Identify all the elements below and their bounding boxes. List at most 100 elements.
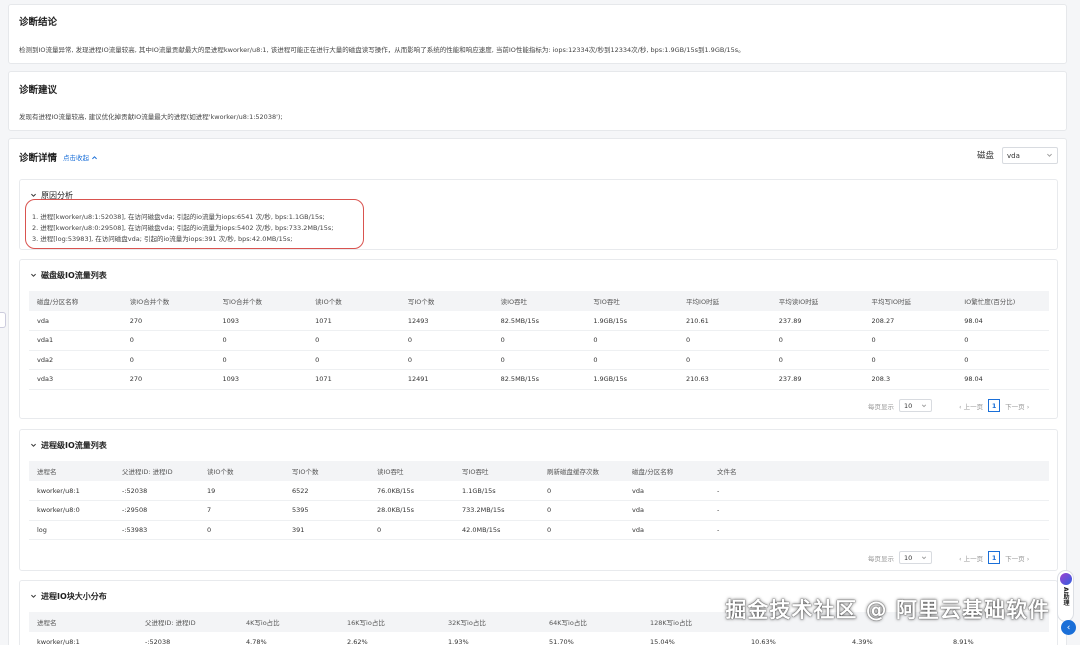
table-cell: 237.89	[770, 369, 864, 390]
table-cell: 0	[770, 330, 864, 351]
chevron-left-icon[interactable]: ‹	[1061, 620, 1076, 635]
prev-page-label: 上一页	[963, 402, 984, 411]
table-cell: vda	[29, 311, 122, 331]
table-cell: -	[709, 481, 1049, 501]
column-header: 读IO吞吐	[369, 461, 454, 481]
table-cell: 12491	[399, 369, 493, 390]
table-cell: 8.91%	[945, 632, 1049, 645]
table-cell: 208.27	[863, 311, 957, 331]
table-cell: vda	[624, 520, 709, 540]
chevron-down-icon	[31, 193, 36, 197]
table-row: kworker/u8:1 -:52038 4.78% 2.62% 1.93% 51.70%…	[29, 632, 1049, 645]
table-cell: 391	[284, 520, 369, 540]
table-cell: 733.2MB/15s	[454, 500, 539, 521]
table-cell: 0	[863, 350, 957, 370]
next-page-button[interactable]: 下一页 ›	[1005, 553, 1029, 563]
process-table-title: 进程级IO流量列表	[41, 441, 107, 450]
table-cell: 0	[585, 330, 679, 351]
process-table-header[interactable]: 进程级IO流量列表	[30, 440, 107, 451]
per-page-select[interactable]: 10	[899, 551, 932, 564]
table-cell: 2.62%	[339, 632, 440, 645]
prev-page-button[interactable]: ‹ 上一页	[959, 401, 983, 411]
table-cell: 0	[199, 520, 284, 540]
table-cell: 4.39%	[844, 632, 945, 645]
table-cell: 0	[492, 350, 586, 370]
ai-assistant-button[interactable]: AI助理	[1057, 570, 1074, 622]
table-cell: vda2	[29, 350, 122, 370]
column-header: 写IO个数	[399, 291, 493, 311]
ai-assistant-label: AI助理	[1062, 587, 1069, 606]
table-row: vda2 0 0 0 0 0 0 0 0 0 0	[29, 350, 1049, 370]
per-page-select[interactable]: 10	[899, 399, 932, 412]
table-cell: 42.0MB/15s	[454, 520, 539, 540]
table-cell: 1071	[307, 311, 400, 331]
page-number-button[interactable]: 1	[988, 551, 1001, 564]
column-header: 进程名	[29, 612, 137, 632]
disk-label: 磁盘	[977, 151, 995, 161]
table-cell: kworker/u8:1	[29, 481, 114, 501]
ai-assistant-icon	[1059, 573, 1072, 585]
table-cell: 10.63%	[743, 632, 844, 645]
table-cell: 0	[956, 330, 1049, 351]
disk-table-header[interactable]: 磁盘级IO流量列表	[30, 270, 107, 281]
highlight-box	[25, 199, 364, 249]
column-header: 父进程ID: 进程ID	[114, 461, 199, 481]
table-row: kworker/u8:0 -:29508 7 5395 28.0KB/15s 733.2M…	[29, 500, 1049, 521]
side-collapse-handle[interactable]	[0, 312, 6, 328]
table-cell: 82.5MB/15s	[492, 369, 586, 390]
table-cell: 0	[539, 500, 624, 521]
column-header: 平均读IO时延	[770, 291, 864, 311]
size-table-header[interactable]: 进程IO块大小分布	[30, 591, 107, 602]
table-cell: 270	[121, 369, 215, 390]
column-header: 16K写io占比	[339, 612, 440, 632]
column-header: 进程名	[29, 461, 114, 481]
size-table-title: 进程IO块大小分布	[41, 592, 107, 601]
collapse-link[interactable]: 点击收起	[63, 152, 98, 162]
table-cell: 210.61	[678, 311, 771, 331]
table-cell: 76.0KB/15s	[369, 481, 454, 501]
table-cell: 0	[214, 350, 308, 370]
prev-page-label: 上一页	[963, 554, 984, 563]
table-cell: 7	[199, 500, 284, 521]
disk-select-value: vda	[1007, 151, 1020, 160]
disk-table-pagination: 每页显示 10 ‹ 上一页 1 下一页 ›	[868, 399, 1029, 412]
prev-page-button[interactable]: ‹ 上一页	[959, 553, 983, 563]
table-cell: 0	[539, 481, 624, 501]
chevron-up-icon	[92, 155, 97, 159]
disk-select[interactable]: vda	[1002, 147, 1058, 164]
table-cell: 82.5MB/15s	[492, 311, 586, 331]
table-cell: -:52038	[114, 481, 199, 501]
table-cell: 1071	[307, 369, 400, 390]
table-row: kworker/u8:1 -:52038 19 6522 76.0KB/15s 1.1GB…	[29, 481, 1049, 501]
table-cell: 0	[399, 350, 493, 370]
table-cell: 12493	[399, 311, 493, 331]
disk-table-title: 磁盘级IO流量列表	[41, 271, 107, 280]
disk-table-panel: 磁盘级IO流量列表 磁盘/分区名称 读IO合并个数 写IO合并个数 读IO个数 …	[19, 259, 1058, 419]
next-page-label: 下一页	[1005, 402, 1025, 411]
table-cell: 1.1GB/15s	[454, 481, 539, 501]
table-cell: 208.3	[863, 369, 957, 390]
table-cell: 1093	[214, 311, 308, 331]
column-header: 32K写io占比	[440, 612, 541, 632]
details-title-text: 诊断详情	[19, 153, 58, 164]
next-page-label: 下一页	[1005, 554, 1025, 563]
table-cell: 270	[121, 311, 215, 331]
table-cell: 1093	[214, 369, 308, 390]
chevron-down-icon	[31, 594, 36, 598]
page-number-button[interactable]: 1	[988, 399, 1001, 412]
table-cell: 0	[678, 350, 771, 370]
suggestion-title: 诊断建议	[19, 85, 58, 96]
table-cell: 0	[121, 330, 215, 351]
column-header: 磁盘/分区名称	[624, 461, 709, 481]
table-row: vda3 270 1093 1071 12491 82.5MB/15s 1.9GB/15s 2…	[29, 369, 1049, 390]
table-row: vda1 0 0 0 0 0 0 0 0 0 0	[29, 330, 1049, 351]
column-header: 读IO个数	[307, 291, 400, 311]
table-cell: 28.0KB/15s	[369, 500, 454, 521]
table-cell: 237.89	[770, 311, 864, 331]
column-header: 平均IO时延	[678, 291, 771, 311]
column-header: 刷新磁盘缓存次数	[539, 461, 624, 481]
next-page-button[interactable]: 下一页 ›	[1005, 401, 1029, 411]
table-cell: vda1	[29, 330, 122, 351]
details-title: 诊断详情 点击收起	[19, 150, 98, 164]
process-table-head-row: 进程名 父进程ID: 进程ID 读IO个数 写IO个数 读IO吞吐 写IO吞吐 …	[29, 461, 1049, 481]
